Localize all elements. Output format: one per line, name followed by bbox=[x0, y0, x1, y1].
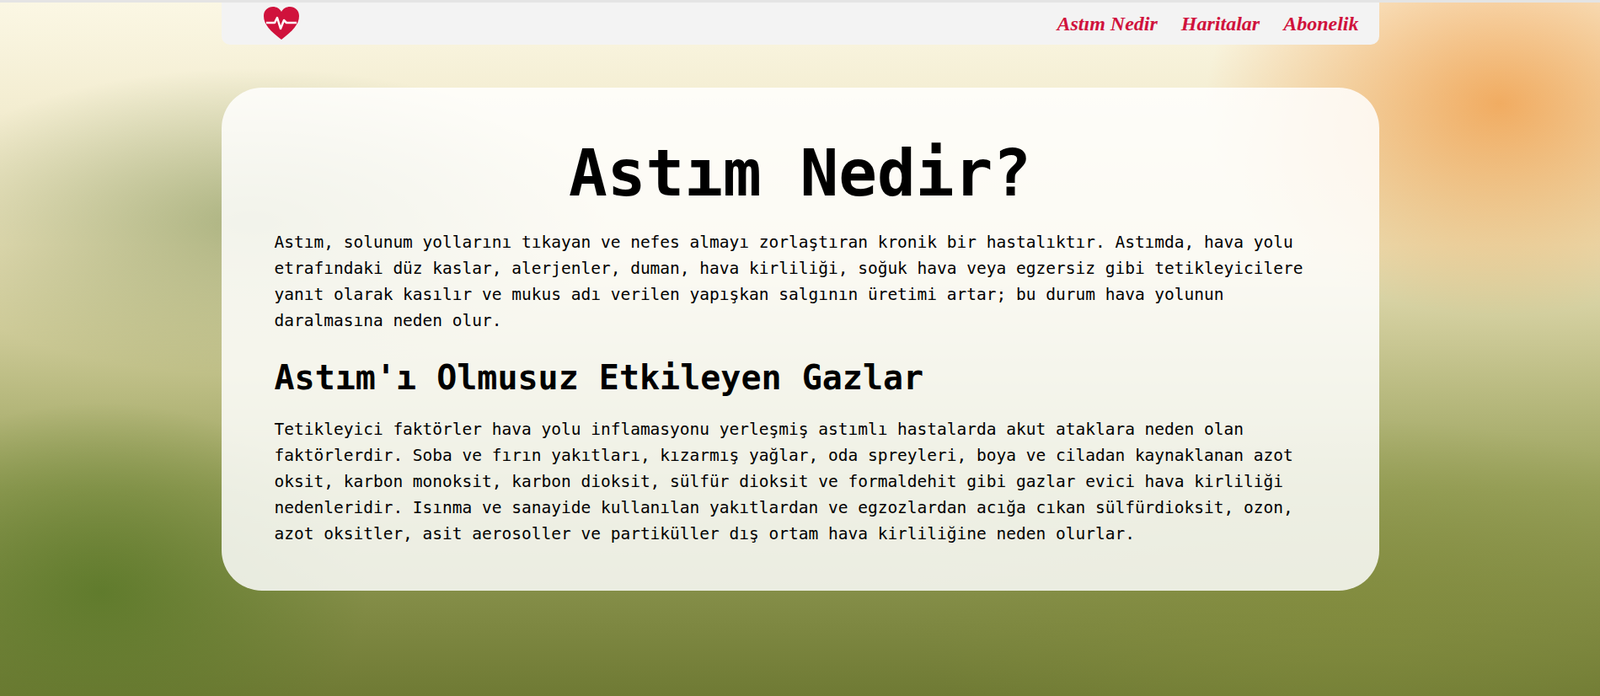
intro-paragraph: Astım, solunum yollarını tıkayan ve nefe… bbox=[274, 229, 1327, 334]
heart-logo-icon[interactable] bbox=[262, 5, 301, 42]
nav-links: Astım Nedir Haritalar Abonelik bbox=[1056, 12, 1359, 36]
nav-link[interactable]: Astım Nedir bbox=[1056, 12, 1157, 36]
nav-link[interactable]: Haritalar bbox=[1181, 12, 1260, 36]
navbar: Astım Nedir Haritalar Abonelik bbox=[221, 2, 1380, 45]
section-title: Astım'ı Olmusuz Etkileyen Gazlar bbox=[274, 357, 1327, 398]
page: Astım Nedir Haritalar Abonelik Astım Nedir?… bbox=[0, 0, 1600, 696]
content-card: Astım Nedir? Astım, solunum yollarını tık… bbox=[221, 87, 1380, 591]
nav-link[interactable]: Abonelik bbox=[1283, 12, 1359, 36]
body-paragraph: Tetikleyici faktörler hava yolu inflamas… bbox=[274, 416, 1327, 547]
page-title: Astım Nedir? bbox=[274, 138, 1327, 209]
